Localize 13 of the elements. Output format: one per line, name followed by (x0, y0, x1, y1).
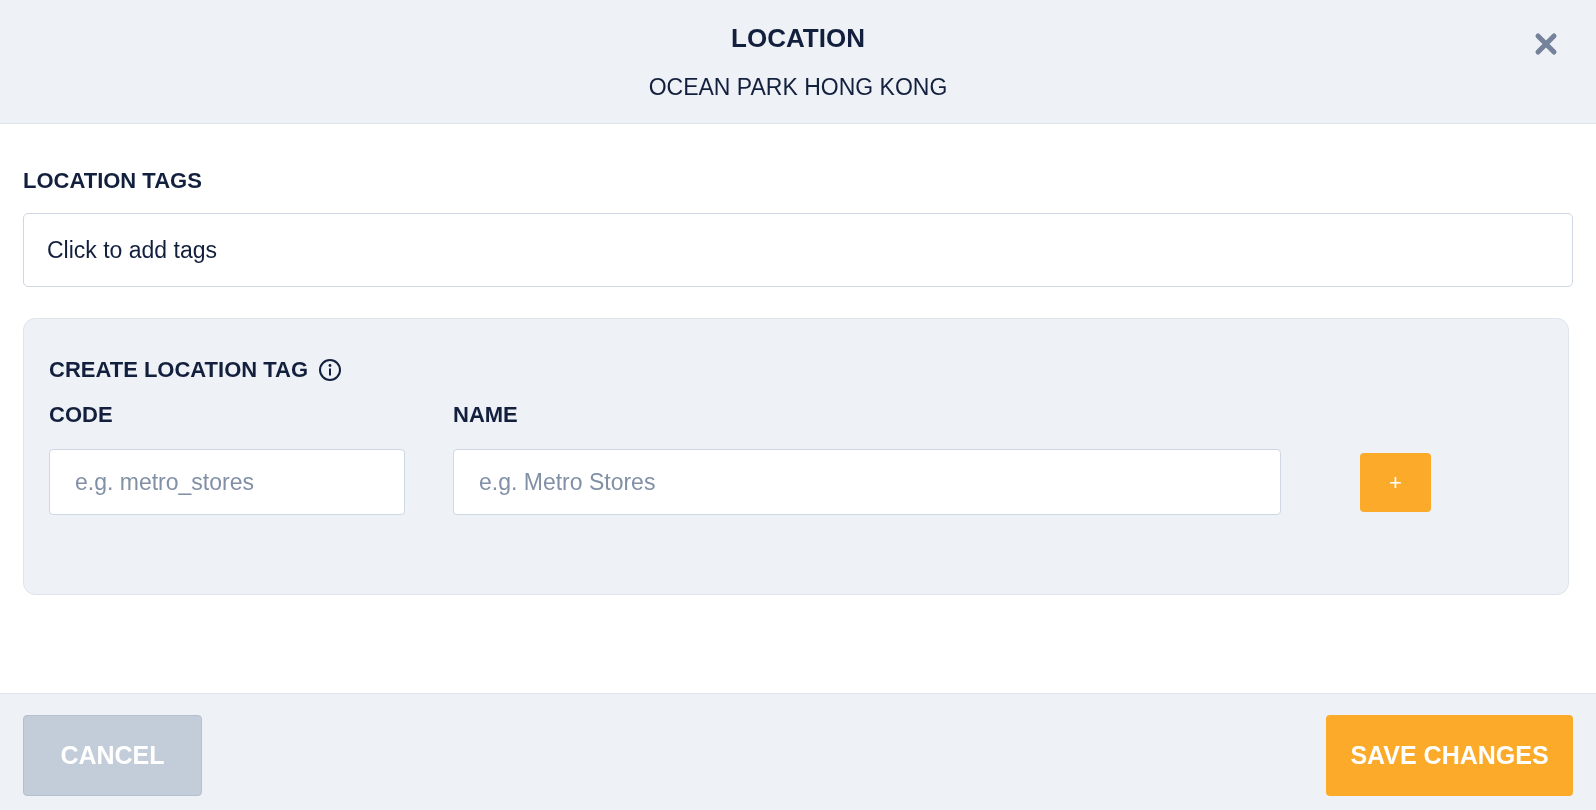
add-button[interactable]: + (1360, 453, 1431, 512)
panel-title: CREATE LOCATION TAG (49, 356, 309, 384)
text-input-field[interactable]: e.g. metro_stores (49, 449, 405, 515)
dialog-subtitle: OCEAN PARK HONG KONG (648, 72, 948, 102)
text-input-field[interactable]: e.g. Metro Stores (453, 449, 1281, 515)
save-button[interactable]: SAVE CHANGES (1326, 715, 1573, 796)
tags-input-field[interactable]: Click to add tags (23, 213, 1573, 287)
dialog-title: LOCATION (731, 21, 865, 55)
info-icon[interactable] (318, 357, 343, 382)
close-icon[interactable] (1534, 32, 1558, 56)
field-label: CODE (49, 401, 114, 429)
field-label: NAME (453, 401, 519, 429)
field-label: LOCATION TAGS (23, 167, 203, 195)
